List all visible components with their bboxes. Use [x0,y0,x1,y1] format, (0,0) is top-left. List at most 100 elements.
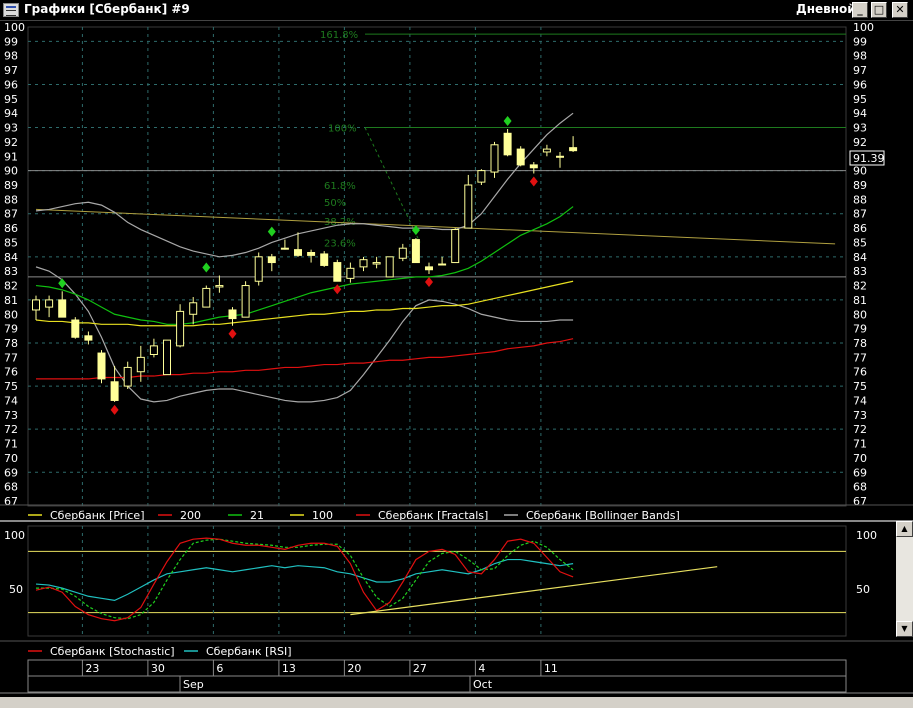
price-tick-left: 72 [4,423,18,436]
price-tick-left: 82 [4,280,18,293]
timeframe-label[interactable]: Дневной [796,2,856,16]
price-tick-left: 85 [4,236,18,249]
oscillator-legend: Сбербанк [Stochastic] Сбербанк [RSI] [28,645,292,658]
price-tick-right: 90 [853,165,867,178]
price-tick-left: 91 [4,150,18,163]
price-tick-left: 80 [4,308,18,321]
candle-body [490,144,499,173]
fractal-up-marker [411,225,420,236]
candle-body [464,184,473,229]
candle-body [58,299,67,318]
price-tick-left: 68 [4,481,18,494]
price-tick-right: 98 [853,50,867,63]
chart-window-icon[interactable] [3,3,19,17]
candle-body [254,256,263,282]
osc-label-50-left: 50 [9,583,23,596]
price-tick-right: 74 [853,394,867,407]
minimize-button[interactable]: _ [852,2,868,18]
day-label: 30 [151,662,165,675]
candle-body [516,148,525,166]
price-tick-left: 69 [4,466,18,479]
price-tick-left: 84 [4,251,18,264]
candle-body [346,267,355,279]
price-tick-right: 82 [853,280,867,293]
candlesticks[interactable] [32,128,578,402]
candle-body [425,266,433,271]
osc-trend-line [350,566,718,616]
price-tick-right: 86 [853,222,867,235]
price-tick-right: 95 [853,93,867,106]
price-tick-right: 70 [853,452,867,465]
window-titlebar[interactable]: Графики [Сбербанк] #9 Дневной _ □ ✕ [0,0,913,21]
candle-body [45,299,54,308]
price-tick-right: 68 [853,481,867,494]
price-tick-left: 96 [4,78,18,91]
day-label: 13 [282,662,296,675]
ma100-line [35,280,574,327]
price-tick-right: 81 [853,294,867,307]
candle-body [529,164,538,169]
price-tick-right: 87 [853,208,867,221]
price-tick-left: 79 [4,323,18,336]
price-tick-right: 93 [853,122,867,135]
candle-body [359,259,368,268]
price-tick-right: 99 [853,35,867,48]
candle-body [123,366,132,387]
price-tick-right: 75 [853,380,867,393]
fib-level-label: 100% [328,124,357,135]
candle-body [333,262,342,282]
window-title: Графики [Сбербанк] #9 [24,2,190,16]
price-tick-left: 77 [4,351,18,364]
price-tick-right: 94 [853,107,867,120]
fractal-down-marker [529,176,538,187]
oscillator-lines [35,537,718,622]
osc-label-50-right: 50 [856,583,870,596]
price-tick-left: 81 [4,294,18,307]
candle-body [84,335,93,341]
price-tick-right: 79 [853,323,867,336]
horizontal-scrollbar[interactable] [0,697,913,708]
ma200-line [36,338,574,380]
price-tick-right: 73 [853,409,867,422]
price-tick-right: 92 [853,136,867,149]
price-tick-left: 83 [4,265,18,278]
oscillator-axis: 100 50 100 50 [4,529,877,596]
candle-body [542,148,551,153]
candle-body [97,352,106,380]
price-axis-right: 6768 697071 7273 747576 777879 808182 8384 8586… [853,21,874,508]
candle-body [228,309,237,320]
maximize-button[interactable]: □ [871,2,887,18]
close-button[interactable]: ✕ [892,2,908,18]
day-label: 4 [478,662,485,675]
candle-body [32,299,40,311]
candle-body [215,285,224,288]
price-tick-left: 87 [4,208,18,221]
price-tick-right: 76 [853,366,867,379]
fractal-up-marker [202,262,211,273]
price-tick-right: 72 [853,423,867,436]
month-label: Sep [183,678,204,691]
scroll-track[interactable] [896,537,913,621]
price-tick-left: 93 [4,122,18,135]
scroll-up-arrow-icon[interactable]: ▲ [896,521,913,537]
bollinger-upper-line [35,112,574,258]
scroll-down-arrow-icon[interactable]: ▼ [896,621,913,637]
fractal-down-marker [425,277,433,288]
price-tick-right: 69 [853,466,867,479]
candle-body [372,262,381,265]
price-tick-right: 77 [853,351,867,364]
price-tick-left: 94 [4,107,18,120]
chart-area[interactable]: 6768697071727374757677787980818283848586… [0,21,913,708]
price-tick-left: 73 [4,409,18,422]
price-panel[interactable] [27,26,847,507]
oscillator-panel[interactable] [27,525,847,637]
legend-label: Сбербанк [RSI] [206,645,292,658]
price-tick-right: 84 [853,251,867,264]
price-tick-left: 97 [4,64,18,77]
day-label: 20 [347,662,361,675]
fibonacci-levels[interactable]: 161.8%100%61.8%50%38.2%23.6% [28,30,846,278]
candle-body [294,249,302,256]
ma21-line [35,206,574,325]
price-tick-left: 88 [4,193,18,206]
oscillator-scrollbar[interactable]: ▲ ▼ [896,521,913,637]
